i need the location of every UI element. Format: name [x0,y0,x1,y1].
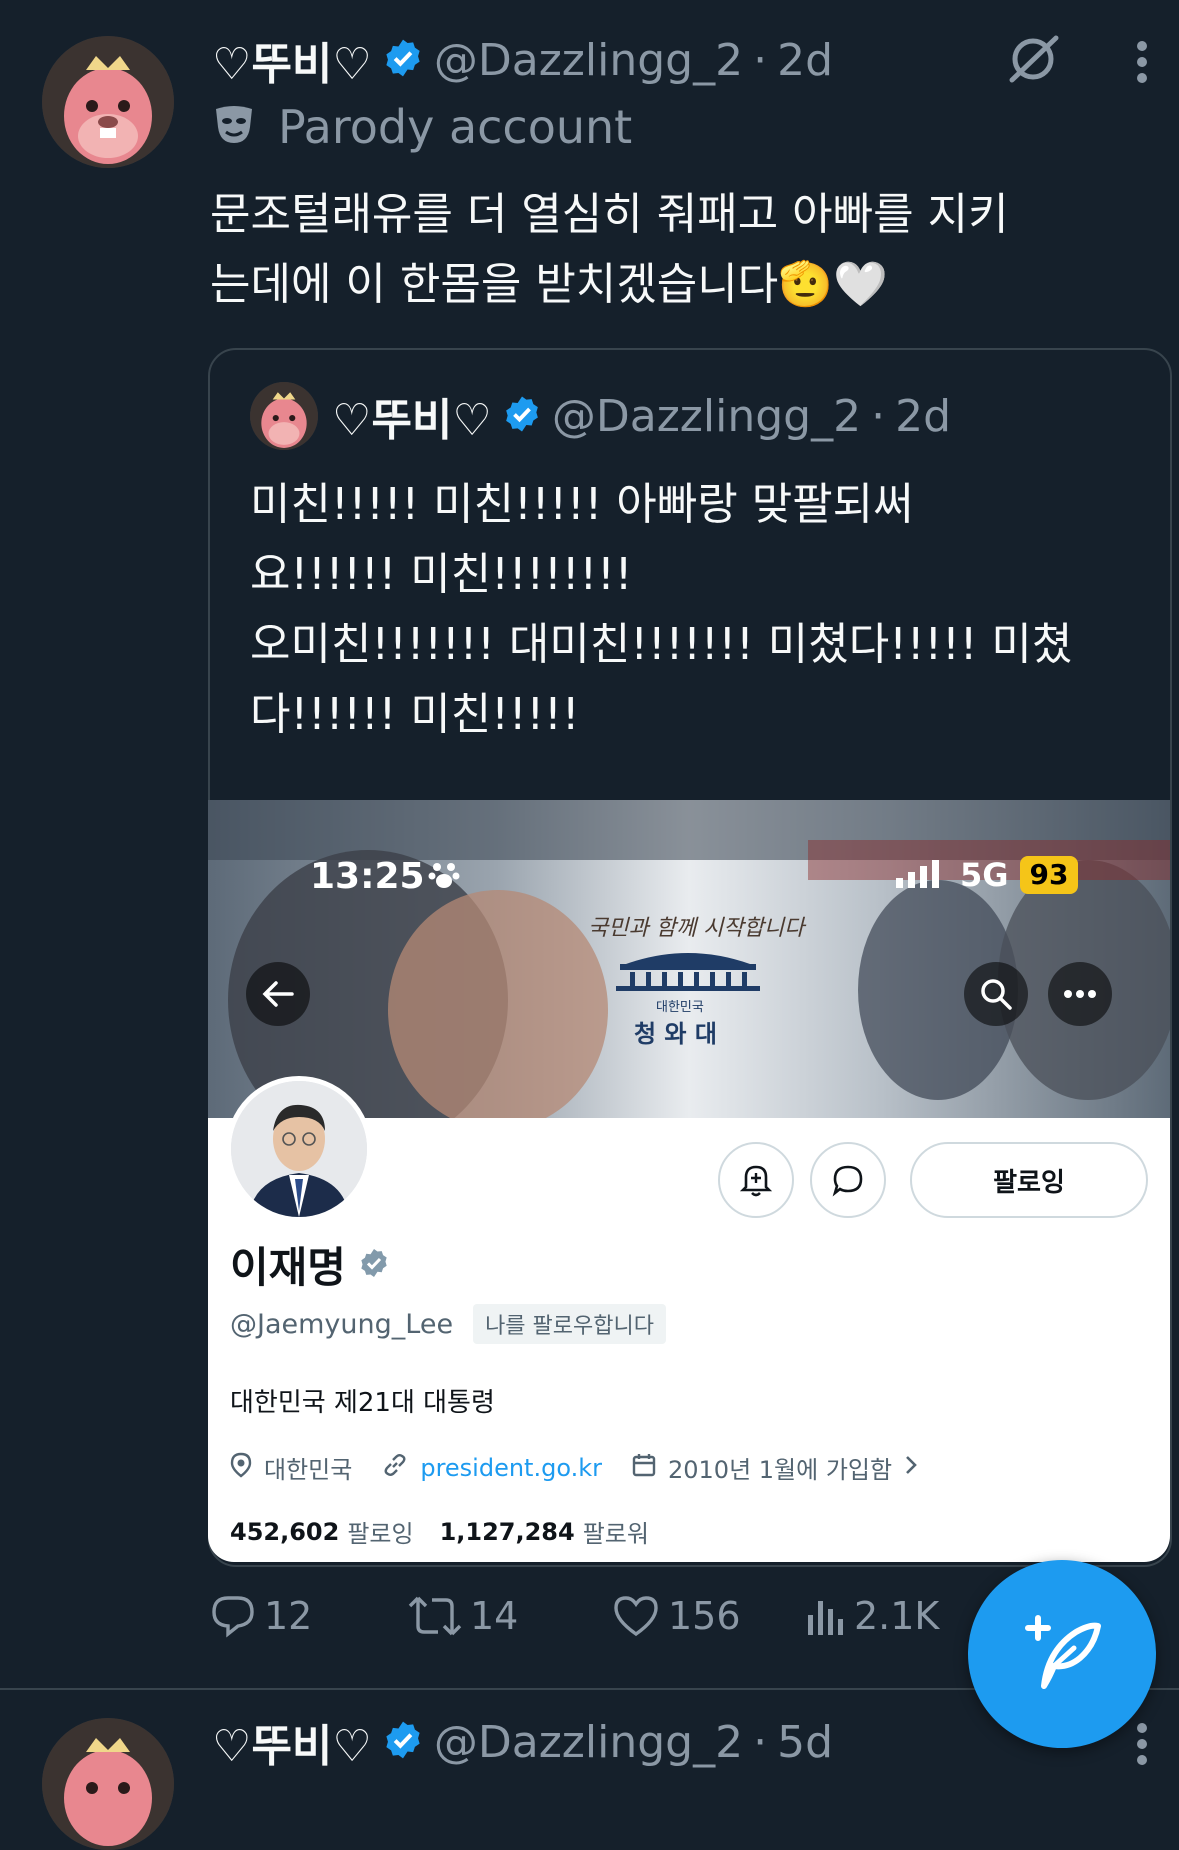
author-handle[interactable]: @Dazzlingg_2 [434,35,743,86]
quote-author-line: ♡뚜비♡ @Dazzlingg_2 · 2d [332,386,952,447]
next-tweet-time[interactable]: 5d [777,1717,833,1768]
following-button[interactable]: 팔로잉 [910,1142,1148,1218]
profile-screenshot-image[interactable]: 13:25 5G 93 국민과 함께 시작합니다 대한민국 청 와 대 팔로잉 … [208,800,1170,1562]
like-count: 156 [668,1594,741,1638]
quote-text-line: 다!!!!!! 미친!!!!! [250,689,580,740]
banner-title: 청 와 대 [634,1020,717,1048]
dot-separator: · [871,390,886,442]
profile-website[interactable]: president.go.kr [420,1454,602,1482]
quote-author-handle: @Dazzlingg_2 [551,390,862,442]
verified-badge-icon [382,1719,424,1765]
tweet-text-line: 문조털래유를 더 열심히 줘패고 아빠를 지키 [210,189,1009,240]
message-button[interactable] [810,1142,886,1218]
profile-handle-row: @Jaemyung_Lee 나를 팔로우합니다 [230,1304,666,1344]
tweet-time[interactable]: 2d [777,35,833,86]
link-icon [382,1452,408,1484]
blue-house-logo-icon [606,948,770,996]
chat-bubble-icon [832,1165,863,1197]
profile-name: 이재명 [230,1243,346,1292]
quote-text-line: 미친!!!!! 미친!!!!! 아빠랑 맞팔되써 [250,479,914,530]
more-horizontal-icon [1064,990,1096,998]
next-author-name[interactable]: ♡뚜비♡ [212,1710,372,1774]
location-icon [230,1452,252,1484]
bar-chart-icon [808,1601,843,1635]
search-button[interactable] [964,962,1028,1026]
more-button[interactable] [1048,962,1112,1026]
next-author-handle[interactable]: @Dazzlingg_2 [434,1717,743,1768]
dot-separator: · [753,34,768,86]
bell-plus-icon [740,1165,772,1197]
verified-badge-icon [502,394,542,438]
banner-slogan: 국민과 함께 시작합니다 [588,916,805,941]
compose-tweet-button[interactable] [968,1560,1156,1748]
verified-badge-icon [382,37,424,83]
reply-count: 12 [264,1594,313,1638]
signal-icon [896,860,940,892]
dot-separator: · [753,1716,768,1768]
profile-meta-row: 대한민국 president.go.kr 2010년 1월에 가입함 [230,1450,918,1485]
notify-button[interactable] [718,1142,794,1218]
followers-count-label: 팔로워 [582,1520,649,1548]
banner-photo: 13:25 5G 93 국민과 함께 시작합니다 대한민국 청 와 대 [208,800,1170,1118]
reply-button[interactable]: 12 [210,1594,312,1638]
parody-mask-icon [212,105,256,149]
profile-bio: 대한민국 제21대 대통령 [230,1388,495,1418]
paw-icon [428,858,460,894]
parody-label-text: Parody account [278,100,633,154]
following-button-label: 팔로잉 [993,1167,1065,1198]
profile-handle: @Jaemyung_Lee [230,1308,454,1340]
parody-label: Parody account [212,100,632,154]
author-name[interactable]: ♡뚜비♡ [212,28,372,92]
view-count: 2.1K [854,1594,940,1638]
quote-text: 미친!!!!! 미친!!!!! 아빠랑 맞팔되써 요!!!!!! 미친!!!!!… [250,470,1150,750]
author-avatar[interactable] [42,36,174,168]
next-author-avatar[interactable] [42,1718,174,1850]
status-time: 13:25 [310,856,425,897]
battery-badge: 93 [1020,856,1078,894]
retweet-button[interactable]: 14 [408,1594,518,1638]
quote-text-line: 요!!!!!! 미친!!!!!!!! [250,549,633,600]
profile-name-row: 이재명 [230,1234,390,1295]
calendar-icon [632,1453,656,1483]
chevron-right-icon[interactable] [904,1454,918,1482]
profile-avatar[interactable] [226,1076,372,1222]
search-icon [981,979,1012,1010]
followers-count[interactable]: 1,127,284 [440,1518,575,1546]
banner-country: 대한민국 [656,1000,704,1015]
next-author-line: ♡뚜비♡ @Dazzlingg_2 · 5d [212,1710,833,1774]
grok-icon[interactable] [1004,30,1062,92]
views-button[interactable]: 2.1K [806,1594,939,1638]
profile-counts-row: 452,602 팔로잉 1,127,284 팔로워 [230,1514,649,1549]
reply-icon [212,1596,254,1638]
author-line: ♡뚜비♡ @Dazzlingg_2 · 2d [212,28,833,92]
following-count-label: 팔로잉 [347,1520,414,1548]
feather-plus-icon [1025,1615,1101,1689]
quote-text-line: 오미친!!!!!!! 대미친!!!!!!! 미쳤다!!!!! 미쳤 [250,619,1073,670]
like-button[interactable]: 156 [612,1594,741,1638]
back-button[interactable] [246,962,310,1026]
retweet-count: 14 [470,1594,519,1638]
heart-icon [614,1596,658,1637]
tweet-text-line: 는데에 이 한몸을 받치겠습니다🫡🤍 [210,259,888,310]
quote-time: 2d [895,390,952,442]
profile-joined: 2010년 1월에 가입함 [667,1456,893,1484]
retweet-icon [408,1596,462,1636]
network-label: 5G [960,856,1009,894]
quote-author-name: ♡뚜비♡ [332,395,492,446]
more-options-icon[interactable] [1130,1720,1154,1772]
following-count[interactable]: 452,602 [230,1518,339,1546]
arrow-left-icon [262,981,294,1007]
gray-verified-badge-icon [358,1247,390,1283]
tweet-text: 문조털래유를 더 열심히 줘패고 아빠를 지키 는데에 이 한몸을 받치겠습니다… [210,180,1170,320]
quote-author-avatar [250,382,318,450]
follows-you-badge: 나를 팔로우합니다 [473,1304,666,1344]
profile-location: 대한민국 [264,1456,353,1484]
more-options-icon[interactable] [1130,38,1154,90]
